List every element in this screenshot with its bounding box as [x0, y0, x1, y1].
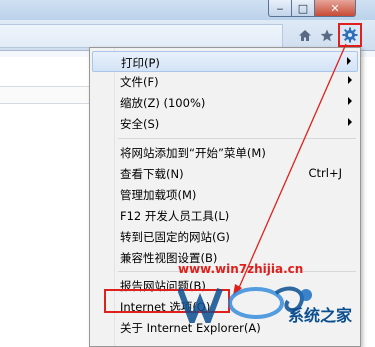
watermark-url: www.win7zhijia.cn — [178, 262, 304, 276]
watermark-brand: 系统之家 — [288, 306, 353, 325]
